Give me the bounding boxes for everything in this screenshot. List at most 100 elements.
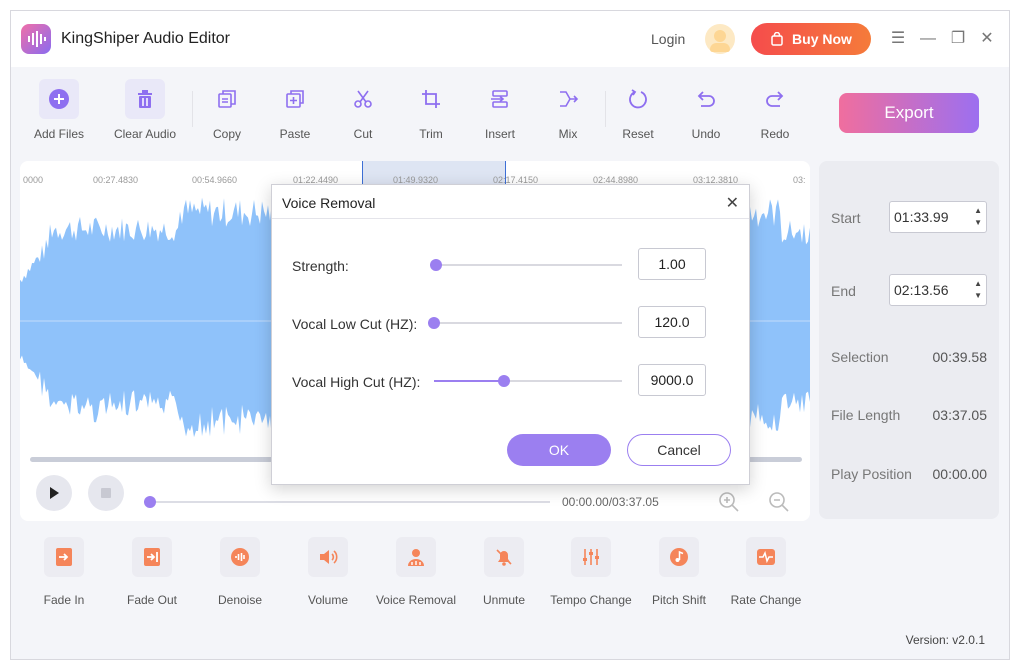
clear-audio-label: Clear Audio (113, 127, 177, 141)
trim-label: Trim (419, 127, 443, 141)
fade-out-label: Fade Out (126, 593, 178, 607)
voice-removal-dialog: Voice Removal ✕ Strength: 1.00 Vocal Low… (271, 184, 750, 485)
end-time-field[interactable]: 02:13.56 ▲ ▼ (889, 274, 987, 306)
zoom-in-icon[interactable] (718, 491, 740, 513)
add-files-label: Add Files (33, 127, 85, 141)
end-label: End (831, 283, 856, 299)
high-cut-label: Vocal High Cut (HZ): (292, 374, 421, 390)
low-cut-label: Vocal Low Cut (HZ): (292, 316, 418, 332)
low-cut-input[interactable]: 120.0 (638, 306, 706, 338)
play-position-value: 00:00.00 (932, 466, 988, 482)
high-cut-input[interactable]: 9000.0 (638, 364, 706, 396)
ruler-tick: 00:54.9660 (192, 175, 238, 185)
end-time-stepper[interactable]: ▲ ▼ (974, 278, 982, 302)
version-label: Version: v2.0.1 (905, 633, 985, 647)
ok-button[interactable]: OK (507, 434, 611, 466)
ruler-tick: 0000 (23, 175, 44, 185)
add-files-button[interactable]: Add Files (19, 79, 99, 149)
playback-progress-knob[interactable] (144, 496, 156, 508)
volume-button[interactable]: Volume (283, 537, 373, 607)
equalizer-icon (583, 549, 599, 565)
buy-now-button[interactable]: Buy Now (751, 23, 871, 55)
play-button[interactable] (36, 475, 72, 511)
undo-icon (697, 91, 715, 107)
start-time-stepper[interactable]: ▲ ▼ (974, 205, 982, 229)
rate-change-button[interactable]: Rate Change (721, 537, 811, 607)
start-label: Start (831, 210, 861, 226)
denoise-icon (231, 548, 249, 566)
zoom-out-icon[interactable] (768, 491, 790, 513)
strength-input[interactable]: 1.00 (638, 248, 706, 280)
paste-icon (286, 90, 304, 108)
stop-icon (101, 488, 111, 498)
denoise-label: Denoise (217, 593, 263, 607)
volume-label: Volume (307, 593, 349, 607)
dialog-close-icon[interactable]: ✕ (726, 193, 739, 213)
play-icon (50, 487, 59, 499)
unmute-label: Unmute (482, 593, 526, 607)
login-link[interactable]: Login (651, 31, 685, 47)
undo-button[interactable]: Undo (666, 79, 746, 149)
shopping-bag-icon (771, 32, 783, 46)
crop-icon (422, 90, 440, 108)
stop-button[interactable] (88, 475, 124, 511)
redo-label: Redo (760, 127, 790, 141)
strength-slider-knob[interactable] (430, 259, 442, 271)
selection-label: Selection (831, 349, 889, 365)
rate-change-label: Rate Change (730, 593, 802, 607)
file-length-label: File Length (831, 407, 901, 423)
strength-slider-track[interactable] (436, 264, 622, 266)
fade-out-button[interactable]: Fade Out (107, 537, 197, 607)
undo-label: Undo (691, 127, 721, 141)
file-length-value: 03:37.05 (932, 407, 988, 423)
scissors-icon (354, 90, 372, 108)
volume-icon (320, 550, 338, 564)
trim-button[interactable]: Trim (391, 79, 471, 149)
pulse-icon (757, 549, 775, 565)
reset-icon (629, 89, 647, 109)
start-time-field[interactable]: 01:33.99 ▲ ▼ (889, 201, 987, 233)
dialog-title: Voice Removal (282, 195, 376, 211)
export-button[interactable]: Export (839, 93, 979, 133)
dialog-header: Voice Removal ✕ (272, 185, 749, 219)
pitch-shift-button[interactable]: Pitch Shift (634, 537, 724, 607)
denoise-button[interactable]: Denoise (195, 537, 285, 607)
ruler-tick: 03: (793, 175, 806, 185)
unmute-button[interactable]: Unmute (459, 537, 549, 607)
fade-in-label: Fade In (43, 593, 85, 607)
low-cut-slider-knob[interactable] (428, 317, 440, 329)
mix-button[interactable]: Mix (528, 79, 608, 149)
buy-now-label: Buy Now (792, 31, 852, 47)
close-icon[interactable]: ✕ (977, 29, 997, 49)
selection-value: 00:39.58 (932, 349, 988, 365)
menu-icon[interactable]: ☰ (888, 29, 908, 49)
strength-label: Strength: (292, 258, 349, 274)
app-title: KingShiper Audio Editor (61, 30, 230, 47)
selection-info-panel: Start 01:33.99 ▲ ▼ End 02:13.56 ▲ ▼ Select… (819, 161, 999, 519)
end-time-value: 02:13.56 (894, 282, 949, 298)
copy-icon (218, 90, 236, 108)
fade-in-icon (56, 548, 72, 566)
clear-audio-button[interactable]: Clear Audio (105, 79, 185, 149)
maximize-icon[interactable]: ❐ (948, 29, 968, 49)
fade-in-button[interactable]: Fade In (19, 537, 109, 607)
add-icon (49, 89, 69, 109)
mix-label: Mix (558, 127, 578, 141)
voice-removal-icon (408, 549, 424, 566)
play-position-label: Play Position (831, 466, 912, 482)
voice-removal-button[interactable]: Voice Removal (371, 537, 461, 607)
minimize-icon[interactable]: — (918, 29, 938, 49)
low-cut-slider-track[interactable] (434, 322, 622, 324)
tempo-change-button[interactable]: Tempo Change (546, 537, 636, 607)
cancel-button[interactable]: Cancel (627, 434, 731, 466)
redo-button[interactable]: Redo (735, 79, 815, 149)
voice-removal-label: Voice Removal (375, 593, 457, 607)
playback-progress-track[interactable] (150, 501, 550, 503)
fade-out-icon (144, 548, 160, 566)
app-logo-icon (21, 24, 51, 54)
avatar[interactable] (705, 24, 735, 54)
bell-mute-icon (496, 549, 512, 566)
playback-time: 00:00.00/03:37.05 (562, 495, 659, 509)
high-cut-slider-fill (434, 380, 504, 382)
high-cut-slider-knob[interactable] (498, 375, 510, 387)
